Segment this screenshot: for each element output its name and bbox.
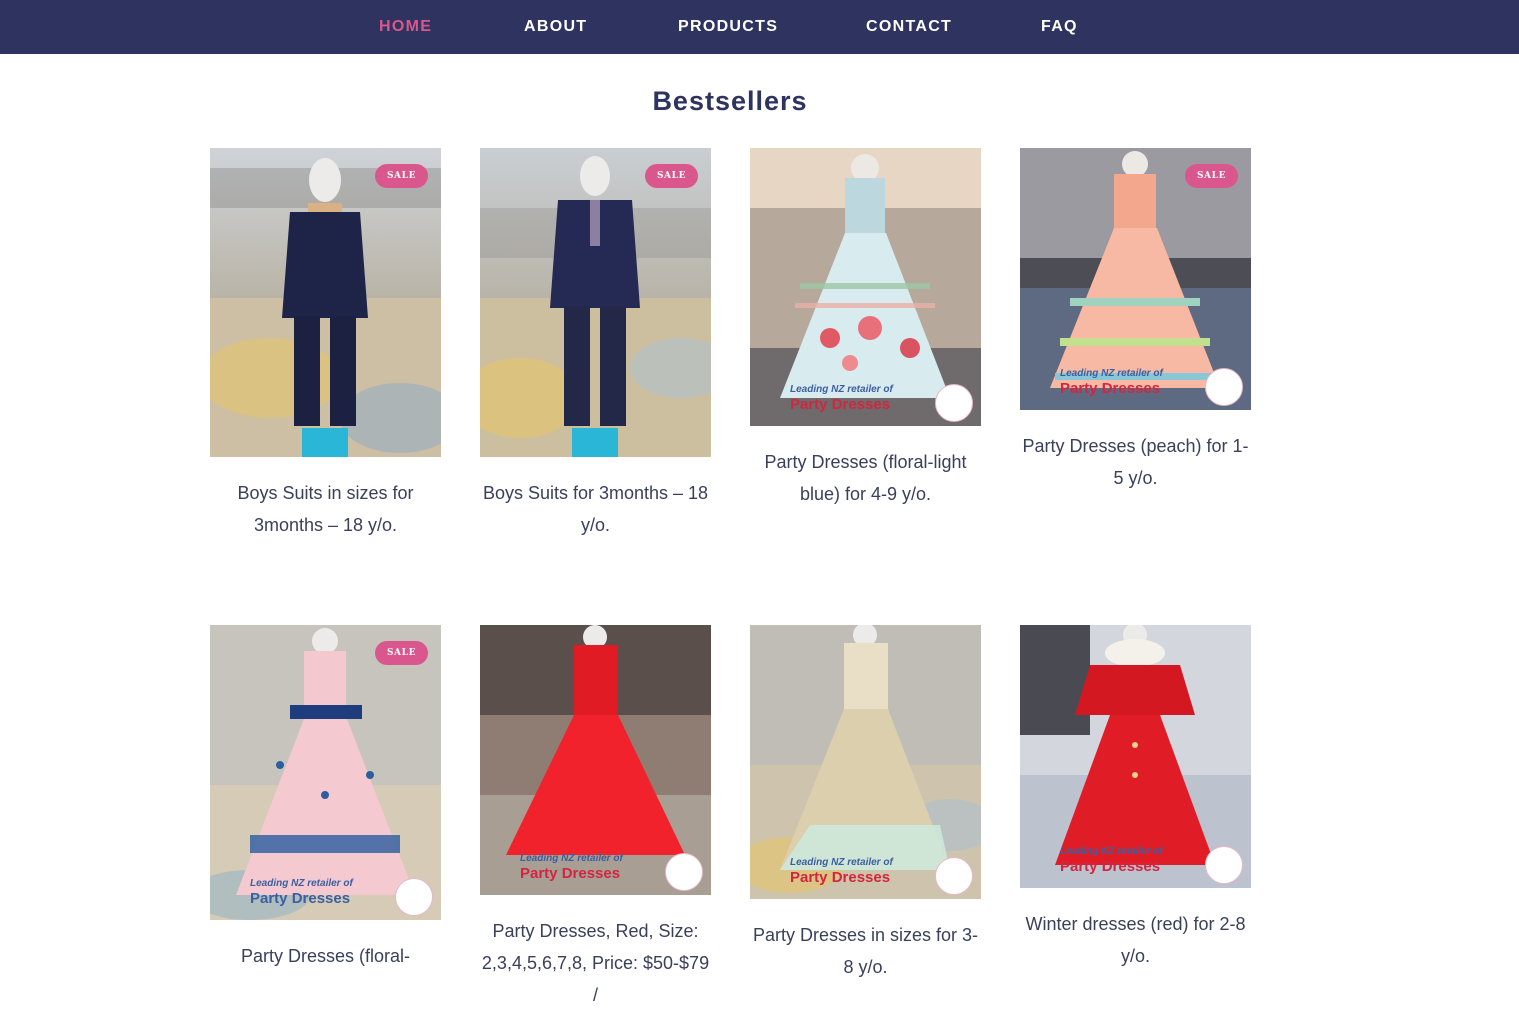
logo-wordmark: Party Dresses bbox=[790, 869, 891, 886]
brand-logo: Leading NZ retailer of Party Dresses bbox=[1060, 368, 1243, 406]
brand-logo: Leading NZ retailer of Party Dresses bbox=[790, 857, 973, 895]
dress-emblem-icon bbox=[935, 857, 973, 895]
dress-emblem-icon bbox=[1205, 846, 1243, 884]
nav-products-link[interactable]: PRODUCTS bbox=[678, 15, 778, 39]
logo-tagline: Leading NZ retailer of bbox=[520, 853, 623, 864]
product-image[interactable]: Leading NZ retailer of Party Dresses bbox=[480, 625, 711, 895]
product-title[interactable]: Winter dresses (red) for 2-8 y/o. bbox=[1020, 908, 1251, 972]
product-title[interactable]: Party Dresses, Red, Size: 2,3,4,5,6,7,8,… bbox=[480, 915, 711, 1011]
nav-contact-link[interactable]: CONTACT bbox=[866, 15, 952, 39]
product-card-red-party-dress[interactable]: Leading NZ retailer of Party Dresses Par… bbox=[480, 625, 711, 1011]
logo-tagline: Leading NZ retailer of bbox=[1060, 368, 1163, 379]
product-title[interactable]: Boys Suits in sizes for 3months – 18 y/o… bbox=[210, 477, 441, 541]
top-navigation: HOME ABOUT PRODUCTS CONTACT FAQ bbox=[0, 0, 1519, 54]
logo-tagline: Leading NZ retailer of bbox=[250, 878, 353, 889]
sale-badge: SALE bbox=[645, 164, 698, 188]
logo-wordmark: Party Dresses bbox=[1060, 858, 1161, 875]
brand-logo: Leading NZ retailer of Party Dresses bbox=[520, 853, 703, 891]
logo-tagline: Leading NZ retailer of bbox=[1060, 846, 1163, 857]
sale-badge: SALE bbox=[375, 641, 428, 665]
product-image[interactable]: SALE Leading NZ retailer of Party Dresse… bbox=[210, 625, 441, 920]
logo-wordmark: Party Dresses bbox=[250, 890, 351, 907]
product-image[interactable]: Leading NZ retailer of Party Dresses bbox=[750, 148, 981, 426]
nav-faq-link[interactable]: FAQ bbox=[1041, 15, 1078, 39]
product-card-floral-pink[interactable]: SALE Leading NZ retailer of Party Dresse… bbox=[210, 625, 441, 972]
product-image[interactable]: Leading NZ retailer of Party Dresses bbox=[1020, 625, 1251, 888]
product-image[interactable]: Leading NZ retailer of Party Dresses bbox=[750, 625, 981, 899]
logo-tagline: Leading NZ retailer of bbox=[790, 857, 893, 868]
product-title[interactable]: Party Dresses (floral-light blue) for 4-… bbox=[750, 446, 981, 510]
brand-logo: Leading NZ retailer of Party Dresses bbox=[790, 384, 973, 422]
product-title[interactable]: Party Dresses (floral- bbox=[210, 940, 441, 972]
product-card-peach[interactable]: SALE Leading NZ retailer of Party Dresse… bbox=[1020, 148, 1251, 494]
brand-logo: Leading NZ retailer of Party Dresses bbox=[1060, 846, 1243, 884]
logo-tagline: Leading NZ retailer of bbox=[790, 384, 893, 395]
section-title: Bestsellers bbox=[652, 86, 808, 117]
logo-wordmark: Party Dresses bbox=[1060, 380, 1161, 397]
product-image[interactable]: SALE Leading NZ retailer of Party Dresse… bbox=[1020, 148, 1251, 410]
product-title[interactable]: Party Dresses in sizes for 3-8 y/o. bbox=[750, 919, 981, 983]
sale-badge: SALE bbox=[1185, 164, 1238, 188]
product-image[interactable]: SALE bbox=[480, 148, 711, 457]
logo-wordmark: Party Dresses bbox=[790, 396, 891, 413]
product-card-boys-suit-1[interactable]: SALE Boys Suits in sizes for 3months – 1… bbox=[210, 148, 441, 541]
dress-emblem-icon bbox=[935, 384, 973, 422]
nav-home-link[interactable]: HOME bbox=[379, 15, 432, 39]
product-image[interactable]: SALE bbox=[210, 148, 441, 457]
product-card-gold-dress[interactable]: Leading NZ retailer of Party Dresses Par… bbox=[750, 625, 981, 983]
brand-logo: Leading NZ retailer of Party Dresses bbox=[250, 878, 433, 916]
product-card-floral-light-blue[interactable]: Leading NZ retailer of Party Dresses Par… bbox=[750, 148, 981, 510]
dress-emblem-icon bbox=[665, 853, 703, 891]
dress-emblem-icon bbox=[395, 878, 433, 916]
product-card-boys-suit-2[interactable]: SALE Boys Suits for 3months – 18 y/o. bbox=[480, 148, 711, 541]
logo-wordmark: Party Dresses bbox=[520, 865, 621, 882]
product-card-winter-red[interactable]: Leading NZ retailer of Party Dresses Win… bbox=[1020, 625, 1251, 972]
product-title[interactable]: Party Dresses (peach) for 1-5 y/o. bbox=[1020, 430, 1251, 494]
dress-emblem-icon bbox=[1205, 368, 1243, 406]
nav-about-link[interactable]: ABOUT bbox=[524, 15, 587, 39]
sale-badge: SALE bbox=[375, 164, 428, 188]
product-title[interactable]: Boys Suits for 3months – 18 y/o. bbox=[480, 477, 711, 541]
